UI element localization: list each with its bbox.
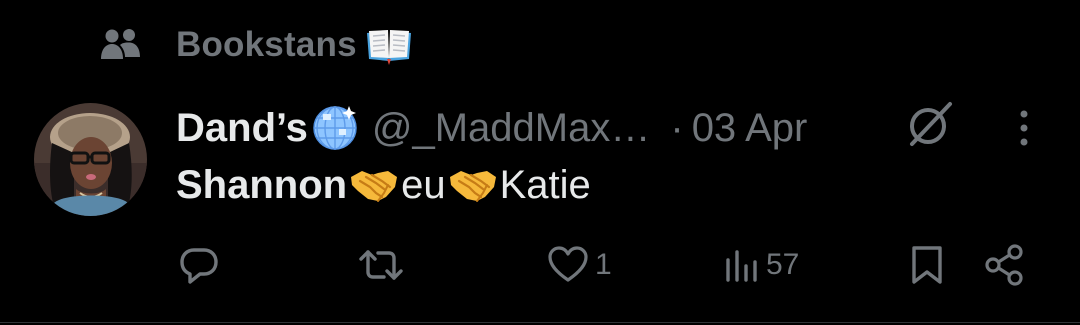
bookmark-button[interactable]: [904, 240, 950, 290]
views-icon: [726, 250, 757, 282]
avatar[interactable]: [34, 103, 147, 216]
share-button[interactable]: [982, 240, 1028, 290]
reply-button[interactable]: [176, 240, 226, 290]
handshake-emoji: [348, 163, 400, 207]
community-header[interactable]: Bookstans: [100, 20, 415, 70]
community-name[interactable]: Bookstans: [176, 25, 357, 65]
grok-icon[interactable]: [904, 98, 956, 150]
like-button[interactable]: 1: [545, 240, 612, 290]
separator-dot: ·: [670, 105, 684, 150]
bookmark-icon: [912, 246, 942, 284]
handshake-emoji: [447, 163, 499, 207]
share-icon: [985, 244, 1023, 286]
repost-button[interactable]: [356, 240, 410, 290]
post-text-part-3: Katie: [499, 162, 591, 207]
post-text: Shannon eu Katie: [176, 160, 591, 210]
heart-icon: [548, 246, 588, 282]
mirror-ball-emoji: [310, 103, 360, 153]
post-text-part-2: eu: [401, 162, 446, 207]
views-button[interactable]: 57: [722, 240, 799, 290]
action-bar: 1 57: [0, 240, 1080, 290]
reply-icon: [180, 248, 218, 284]
people-icon: [100, 25, 146, 65]
post-header: Dand’s @_MaddMax… · 03 Apr: [176, 98, 807, 158]
author-handle[interactable]: @_MaddMax…: [372, 106, 650, 151]
post-divider: [0, 322, 1080, 323]
repost-icon: [359, 250, 403, 280]
author-display-name[interactable]: Dand’s: [176, 106, 308, 151]
post-text-part-1: Shannon: [176, 162, 348, 207]
post-timestamp[interactable]: 03 Apr: [692, 106, 808, 151]
views-count: 57: [766, 248, 800, 281]
like-count: 1: [595, 248, 612, 281]
open-book-emoji: [363, 25, 415, 65]
more-options-icon[interactable]: [1010, 108, 1038, 150]
